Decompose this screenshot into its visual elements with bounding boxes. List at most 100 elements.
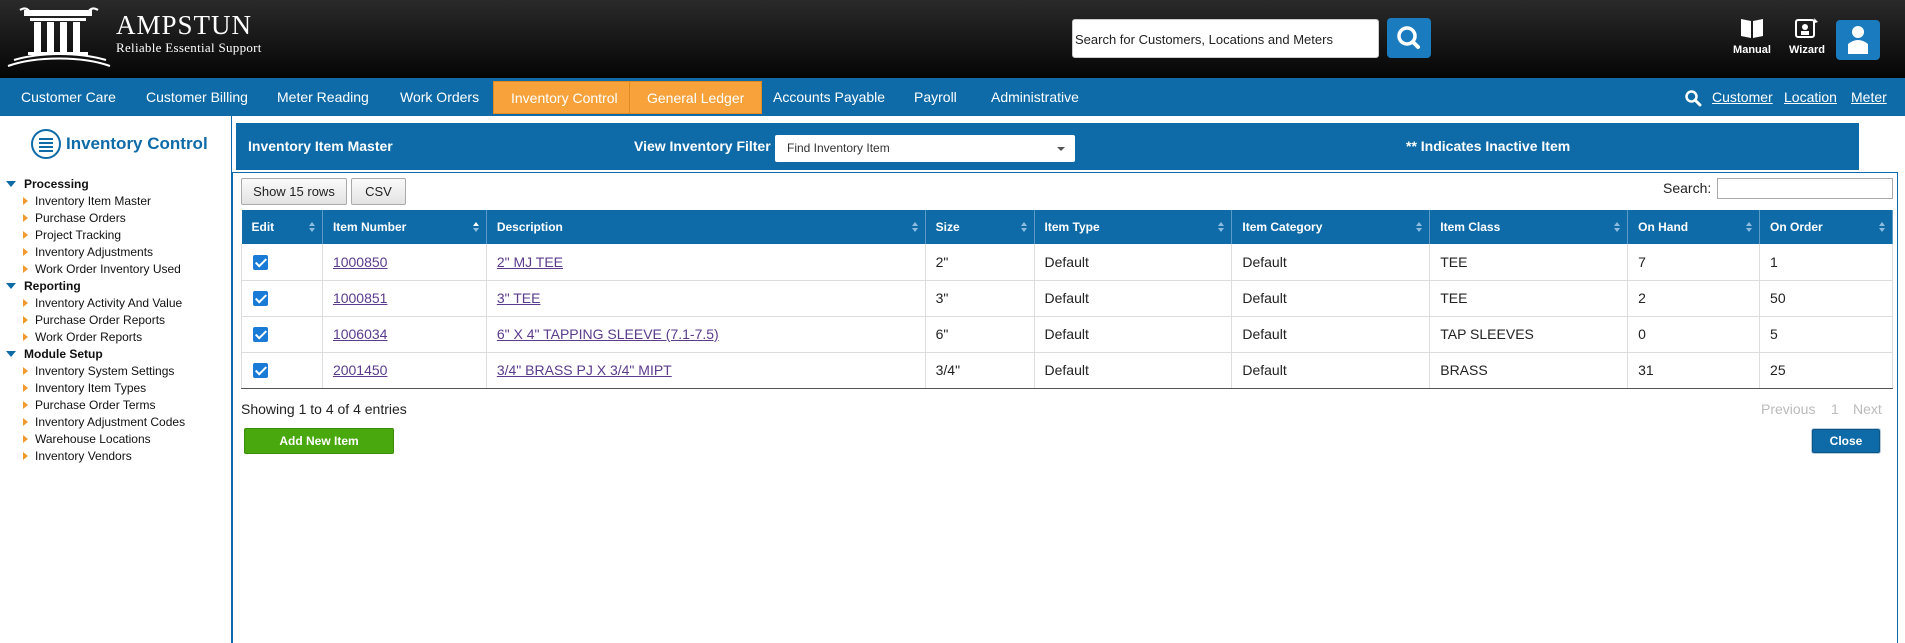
sidebar-item-purchase-orders[interactable]: Purchase Orders	[6, 210, 230, 227]
nav-general-ledger[interactable]: General Ledger	[629, 81, 763, 114]
col-header-on-order[interactable]: On Order	[1759, 210, 1893, 244]
sidebar-section-module-setup[interactable]: Module Setup	[6, 346, 230, 363]
col-header-edit[interactable]: Edit	[241, 210, 323, 244]
col-header-size[interactable]: Size	[925, 210, 1035, 244]
csv-button[interactable]: CSV	[351, 178, 406, 205]
col-header-item-category[interactable]: Item Category	[1231, 210, 1431, 244]
bullet-arrow-icon	[23, 316, 28, 324]
item-number-link[interactable]: 2001450	[333, 362, 388, 378]
sidebar-item-work-order-inventory-used[interactable]: Work Order Inventory Used	[6, 261, 230, 278]
edit-checkbox[interactable]	[253, 255, 268, 271]
sidebar-section-reporting[interactable]: Reporting	[6, 278, 230, 295]
nav-payroll[interactable]: Payroll	[914, 81, 957, 114]
col-header-item-number[interactable]: Item Number	[322, 210, 487, 244]
sidebar-item-label: Project Tracking	[35, 228, 122, 242]
sidebar-item-inventory-activity-and-value[interactable]: Inventory Activity And Value	[6, 295, 230, 312]
wizard-button[interactable]: Wizard	[1785, 16, 1829, 56]
sort-asc-icon	[472, 222, 479, 232]
sort-icon	[1746, 222, 1753, 232]
description-link[interactable]: 2" MJ TEE	[497, 254, 563, 270]
nav-link-meter[interactable]: Meter	[1851, 78, 1887, 116]
edit-checkbox[interactable]	[253, 291, 268, 307]
pagination-next[interactable]: Next	[1853, 401, 1882, 417]
inventory-filter-select[interactable]: Find Inventory Item	[775, 135, 1075, 162]
cell-size: 3"	[925, 280, 1035, 317]
sidebar-item-inventory-item-master[interactable]: Inventory Item Master	[6, 193, 230, 210]
bullet-arrow-icon	[23, 367, 28, 375]
col-header-label: Item Class	[1440, 220, 1501, 234]
expand-triangle-icon	[6, 283, 16, 289]
manual-label: Manual	[1733, 44, 1771, 56]
wizard-label: Wizard	[1789, 44, 1825, 56]
description-link[interactable]: 3" TEE	[497, 290, 541, 306]
nav-administrative[interactable]: Administrative	[991, 81, 1079, 114]
cell-type: Default	[1034, 244, 1233, 281]
nav-customer-care[interactable]: Customer Care	[21, 81, 116, 114]
bullet-arrow-icon	[23, 435, 28, 443]
nav-accounts-payable[interactable]: Accounts Payable	[773, 81, 885, 114]
item-number-link[interactable]: 1006034	[333, 326, 388, 342]
col-header-label: Description	[496, 220, 563, 234]
col-header-label: On Hand	[1638, 220, 1689, 234]
col-header-item-type[interactable]: Item Type	[1034, 210, 1233, 244]
col-header-description[interactable]: Description	[486, 210, 926, 244]
cell-on-hand: 7	[1627, 244, 1761, 281]
pagination-previous[interactable]: Previous	[1761, 401, 1815, 417]
cell-type: Default	[1034, 352, 1233, 389]
cell-type: Default	[1034, 316, 1233, 353]
global-search-input[interactable]: Search for Customers, Locations and Mete…	[1072, 19, 1379, 58]
cell-class: TEE	[1429, 244, 1629, 281]
menu-list-icon[interactable]	[30, 128, 62, 160]
sidebar-section-processing[interactable]: Processing	[6, 176, 230, 193]
edit-checkbox[interactable]	[253, 363, 268, 379]
cell-class: TEE	[1429, 280, 1629, 317]
nav-meter-reading[interactable]: Meter Reading	[277, 81, 369, 114]
sidebar-item-label: Inventory Adjustment Codes	[35, 415, 186, 429]
bullet-arrow-icon	[23, 418, 28, 426]
cell-size: 3/4"	[925, 352, 1035, 389]
table-search-input[interactable]	[1717, 178, 1893, 199]
nav-inventory-control[interactable]: Inventory Control	[493, 81, 636, 114]
sidebar-item-purchase-order-reports[interactable]: Purchase Order Reports	[6, 312, 230, 329]
nav-work-orders[interactable]: Work Orders	[400, 81, 479, 114]
add-new-item-button[interactable]: Add New Item	[244, 428, 394, 454]
nav-link-customer[interactable]: Customer	[1712, 78, 1773, 116]
nav-link-location[interactable]: Location	[1784, 78, 1837, 116]
user-profile-button[interactable]	[1836, 20, 1880, 60]
table-row: 2001450 3/4" BRASS PJ X 3/4" MIPT 3/4" D…	[241, 352, 1893, 389]
description-link[interactable]: 3/4" BRASS PJ X 3/4" MIPT	[497, 362, 672, 378]
bullet-arrow-icon	[23, 299, 28, 307]
quick-search-icon[interactable]	[1684, 89, 1702, 107]
table-row: 1006034 6" X 4" TAPPING SLEEVE (7.1-7.5)…	[241, 316, 1893, 353]
description-link[interactable]: 6" X 4" TAPPING SLEEVE (7.1-7.5)	[497, 326, 719, 342]
sidebar-item-inventory-item-types[interactable]: Inventory Item Types	[6, 380, 230, 397]
sidebar-item-work-order-reports[interactable]: Work Order Reports	[6, 329, 230, 346]
sidebar-item-label: Purchase Order Terms	[35, 398, 156, 412]
sort-icon	[1416, 222, 1423, 232]
book-icon	[1741, 19, 1763, 38]
edit-checkbox[interactable]	[253, 327, 268, 343]
item-number-link[interactable]: 1000850	[333, 254, 388, 270]
cell-category: Default	[1231, 316, 1431, 353]
sidebar-item-inventory-adjustment-codes[interactable]: Inventory Adjustment Codes	[6, 414, 230, 431]
sidebar-item-inventory-system-settings[interactable]: Inventory System Settings	[6, 363, 230, 380]
nav-customer-billing[interactable]: Customer Billing	[146, 81, 248, 114]
filter-selected-value: Find Inventory Item	[787, 141, 890, 155]
manual-button[interactable]: Manual	[1730, 16, 1774, 56]
sidebar-item-purchase-order-terms[interactable]: Purchase Order Terms	[6, 397, 230, 414]
item-number-link[interactable]: 1000851	[333, 290, 388, 306]
col-header-label: Item Type	[1044, 220, 1100, 234]
sidebar-item-inventory-vendors[interactable]: Inventory Vendors	[6, 448, 230, 465]
col-header-item-class[interactable]: Item Class	[1429, 210, 1629, 244]
pagination-page-1[interactable]: 1	[1831, 401, 1839, 417]
bullet-arrow-icon	[23, 333, 28, 341]
sidebar-item-warehouse-locations[interactable]: Warehouse Locations	[6, 431, 230, 448]
show-rows-button[interactable]: Show 15 rows	[241, 178, 347, 205]
sidebar-item-inventory-adjustments[interactable]: Inventory Adjustments	[6, 244, 230, 261]
close-button[interactable]: Close	[1812, 429, 1880, 453]
sidebar-item-label: Warehouse Locations	[35, 432, 151, 446]
cell-on-order: 25	[1759, 352, 1893, 389]
col-header-on-hand[interactable]: On Hand	[1627, 210, 1761, 244]
global-search-button[interactable]	[1387, 18, 1431, 58]
sidebar-item-project-tracking[interactable]: Project Tracking	[6, 227, 230, 244]
